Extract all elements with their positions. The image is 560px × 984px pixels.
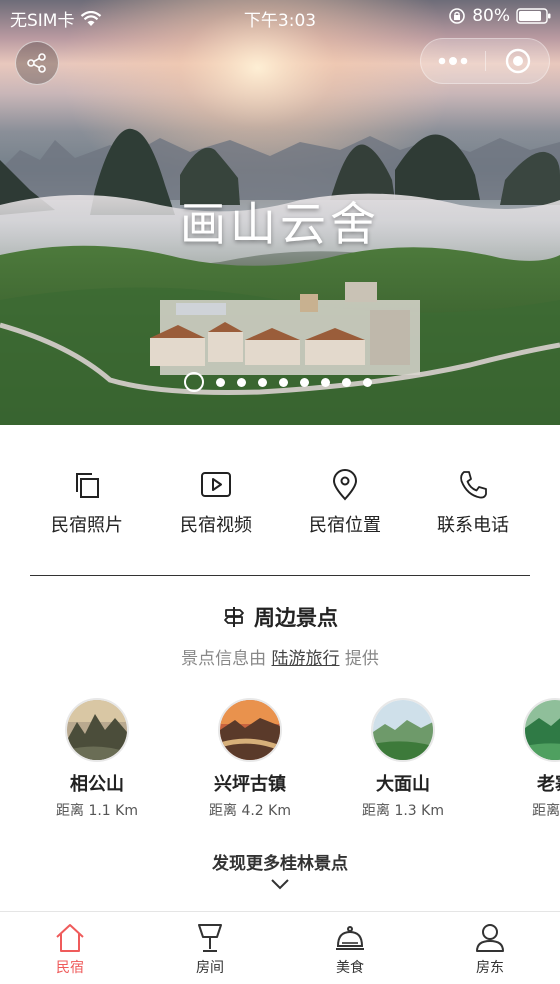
carousel-indicators [184,372,372,392]
status-bar: 无SIM卡 下午3:03 80% [0,0,560,32]
carousel-dot[interactable] [342,377,351,387]
spot-name: 老寨 [537,774,560,795]
spot-name: 兴坪古镇 [214,774,286,795]
nearby-subtitle: 景点信息由 陆游旅行 提供 [0,644,560,669]
spot-card[interactable]: 大面山 距离 1.3 Km [338,698,468,820]
video-action-label: 民宿视频 [180,515,252,536]
spot-distance: 距离 1.3 Km [362,803,444,819]
bottom-tab-bar: 民宿 房间 美食 房东 [0,911,560,984]
user-icon [476,924,504,952]
photos-icon [76,473,99,498]
spot-distance: 距离 1.1 Km [56,803,138,819]
carousel-dot[interactable] [279,377,288,387]
carousel-dot[interactable] [258,377,267,387]
carousel-dot[interactable] [216,377,225,387]
miniprogram-capsule [420,38,550,84]
target-close-icon [505,48,531,74]
carousel-dot[interactable] [363,377,372,387]
home-icon [56,924,84,952]
nearby-header: 周边景点 [0,602,560,634]
spot-thumbnail [523,698,560,762]
carousel-dot[interactable] [237,377,246,387]
spot-name: 相公山 [70,774,124,795]
photos-action[interactable]: 民宿照片 [27,467,147,537]
nearby-subtitle-suffix: 提供 [344,649,379,669]
nearby-subtitle-prefix: 景点信息由 [181,649,267,669]
carousel-dot[interactable] [321,377,330,387]
spot-thumbnail [65,698,129,762]
photos-action-label: 民宿照片 [51,515,123,536]
battery-percent: 80% [472,6,510,26]
nearby-title: 周边景点 [254,606,338,630]
provider-link[interactable]: 陆游旅行 [272,649,340,669]
hero-banner[interactable]: 无SIM卡 下午3:03 80% 画山云舍 [0,0,560,425]
capsule-separator [485,51,486,71]
video-icon [201,472,231,497]
cloche-icon [336,926,364,950]
spot-card[interactable]: 相公山 距离 1.1 Km [32,698,162,820]
location-action[interactable]: 民宿位置 [285,467,405,537]
lamp-icon [198,924,222,952]
phone-action-label: 联系电话 [437,515,509,536]
spot-name: 大面山 [376,774,430,795]
spot-card[interactable]: 老寨 距离 4. [490,698,560,820]
tab-label: 房东 [476,960,504,976]
tab-homestay[interactable]: 民宿 [0,922,140,977]
spot-distance: 距离 4. [532,803,560,819]
spot-thumbnail [218,698,282,762]
tab-label: 房间 [196,960,224,976]
close-miniprogram-button[interactable] [487,39,549,83]
share-button[interactable] [15,41,59,85]
tab-food[interactable]: 美食 [280,922,420,977]
signpost-icon [224,607,244,627]
share-icon [27,53,46,73]
more-options-button[interactable] [421,39,485,83]
tab-label: 美食 [336,960,364,976]
chevron-down-icon[interactable] [270,878,290,890]
location-pin-icon [332,469,358,501]
discover-more-link[interactable]: 发现更多桂林景点 [0,849,560,874]
section-divider [30,575,530,576]
phone-action[interactable]: 联系电话 [413,467,533,537]
phone-icon [460,471,487,499]
location-action-label: 民宿位置 [309,515,381,536]
hero-title: 画山云舍 [180,197,380,251]
tab-host[interactable]: 房东 [420,922,560,977]
rotation-lock-icon [449,8,466,24]
tab-label: 民宿 [56,960,84,976]
page: 无SIM卡 下午3:03 80% 画山云舍 民宿照片 民宿视频 民宿位置 联系电… [0,0,560,984]
carousel-dot[interactable] [184,372,204,392]
battery-icon [516,8,551,24]
quick-actions: 民宿照片 民宿视频 民宿位置 联系电话 [0,425,560,575]
spot-distance: 距离 4.2 Km [209,803,291,819]
spot-thumbnail [371,698,435,762]
spot-card[interactable]: 兴坪古镇 距离 4.2 Km [185,698,315,820]
more-dots-icon [438,57,468,65]
carousel-dot[interactable] [300,377,309,387]
tab-rooms[interactable]: 房间 [140,922,280,977]
video-action[interactable]: 民宿视频 [156,467,276,537]
